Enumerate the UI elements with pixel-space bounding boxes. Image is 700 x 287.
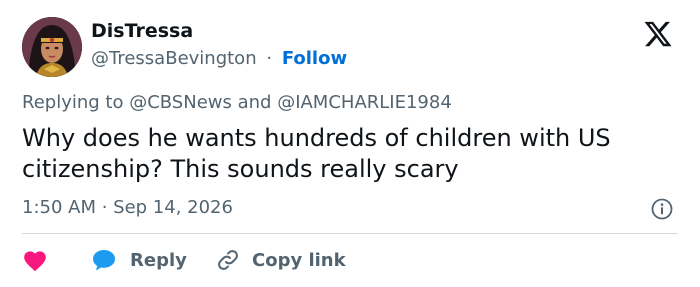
- divider: [22, 233, 678, 234]
- mention-cbsnews[interactable]: @CBSNews: [129, 92, 232, 113]
- replying-to-conjunction: and: [231, 92, 278, 113]
- x-logo-icon[interactable]: [642, 19, 674, 49]
- reply-button[interactable]: Reply: [92, 246, 187, 274]
- reply-label: Reply: [130, 249, 187, 271]
- mention-iamcharlie1984[interactable]: @IAMCHARLIE1984: [277, 92, 452, 113]
- like-button[interactable]: [22, 246, 52, 274]
- copy-link-label: Copy link: [252, 249, 346, 271]
- tweet-text: Why does he wants hundreds of children w…: [22, 124, 611, 183]
- avatar[interactable]: [22, 17, 82, 77]
- speech-bubble-icon: [92, 249, 116, 271]
- replying-to-line: Replying to @CBSNews and @IAMCHARLIE1984: [22, 92, 452, 113]
- copy-link-button[interactable]: Copy link: [216, 246, 346, 274]
- heart-icon: [22, 248, 48, 272]
- follow-button[interactable]: Follow: [282, 48, 347, 69]
- link-icon: [216, 248, 240, 272]
- author-handle[interactable]: @TressaBevington: [91, 48, 257, 69]
- author-handle-line: @TressaBevington · Follow: [91, 48, 347, 69]
- separator-dot: ·: [266, 48, 273, 69]
- author-display-name[interactable]: DisTressa: [91, 20, 193, 42]
- replying-to-prefix: Replying to: [22, 92, 130, 113]
- tweet-timestamp[interactable]: 1:50 AM · Sep 14, 2026: [22, 197, 233, 218]
- info-icon[interactable]: [651, 198, 673, 220]
